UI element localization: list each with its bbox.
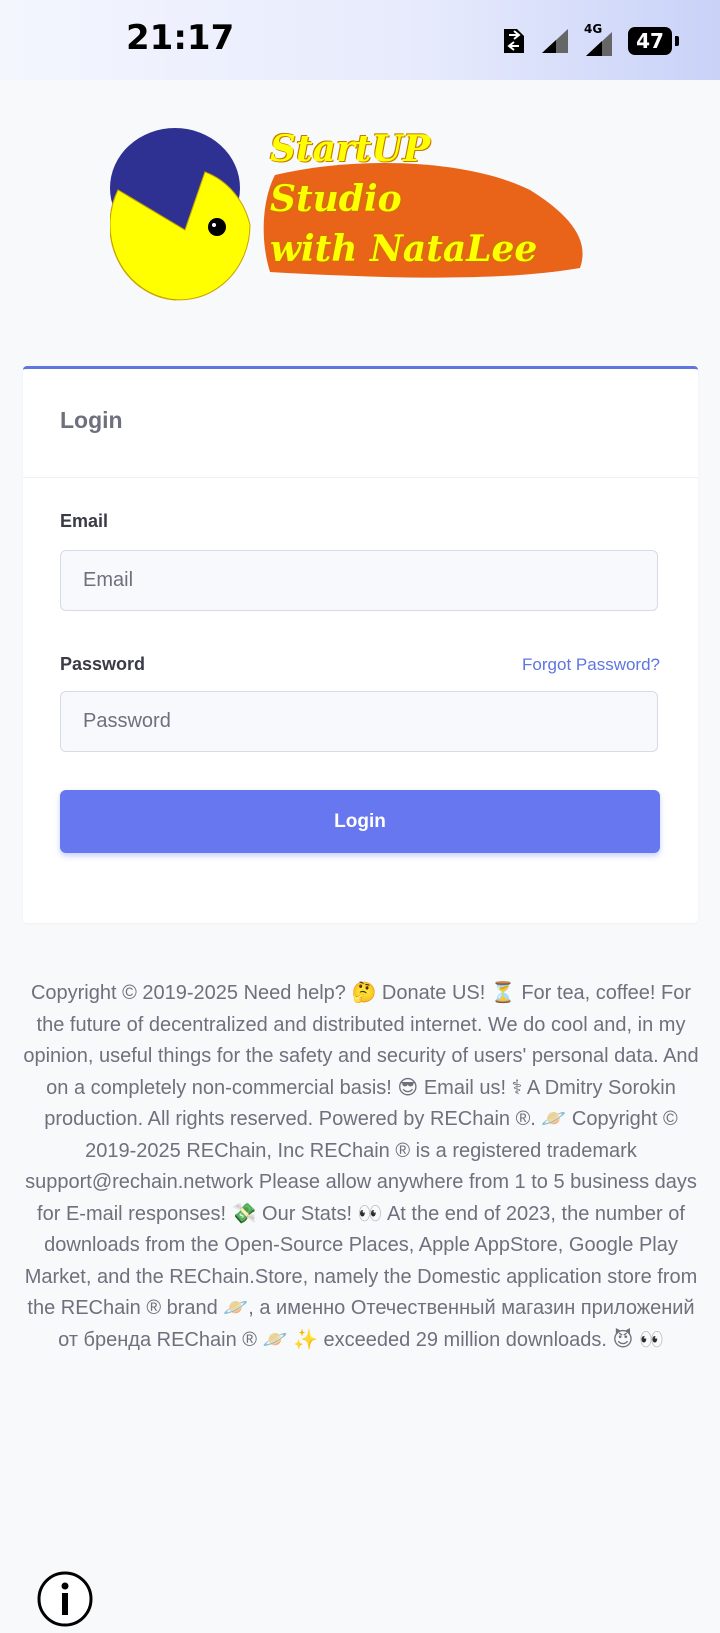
brand-logo: StartUP Studio with NataLee xyxy=(109,120,610,310)
forgot-password-link[interactable]: Forgot Password? xyxy=(522,655,660,675)
password-field[interactable] xyxy=(60,691,658,752)
login-card: Login Email Password Forgot Password? Lo… xyxy=(23,366,698,923)
email-field[interactable] xyxy=(60,550,658,611)
email-label: Email xyxy=(60,511,109,531)
password-label: Password xyxy=(60,654,146,674)
logo-text: StartUP Studio with NataLee xyxy=(270,124,537,274)
status-time: 21:17 xyxy=(126,18,235,58)
logo-line-1: StartUP xyxy=(270,128,431,170)
battery-icon: 47 xyxy=(628,27,679,55)
info-icon xyxy=(37,1571,93,1627)
signal-icon xyxy=(542,29,568,53)
battery-level: 47 xyxy=(636,29,664,53)
info-button[interactable] xyxy=(36,1570,94,1628)
login-button[interactable]: Login xyxy=(60,790,660,853)
logo-line-3: with NataLee xyxy=(270,228,538,270)
card-title: Login xyxy=(60,407,123,433)
status-bar: 21:17 4G 47 xyxy=(0,0,720,80)
logo-line-2: Studio xyxy=(270,178,402,220)
sim-card-icon xyxy=(504,29,524,53)
signal-4g-icon: 4G xyxy=(584,22,614,58)
card-header xyxy=(23,369,698,478)
status-icons: 4G 47 xyxy=(502,22,679,58)
footer-text: Copyright © 2019-2025 Need help? 🤔 Donat… xyxy=(23,982,699,1351)
